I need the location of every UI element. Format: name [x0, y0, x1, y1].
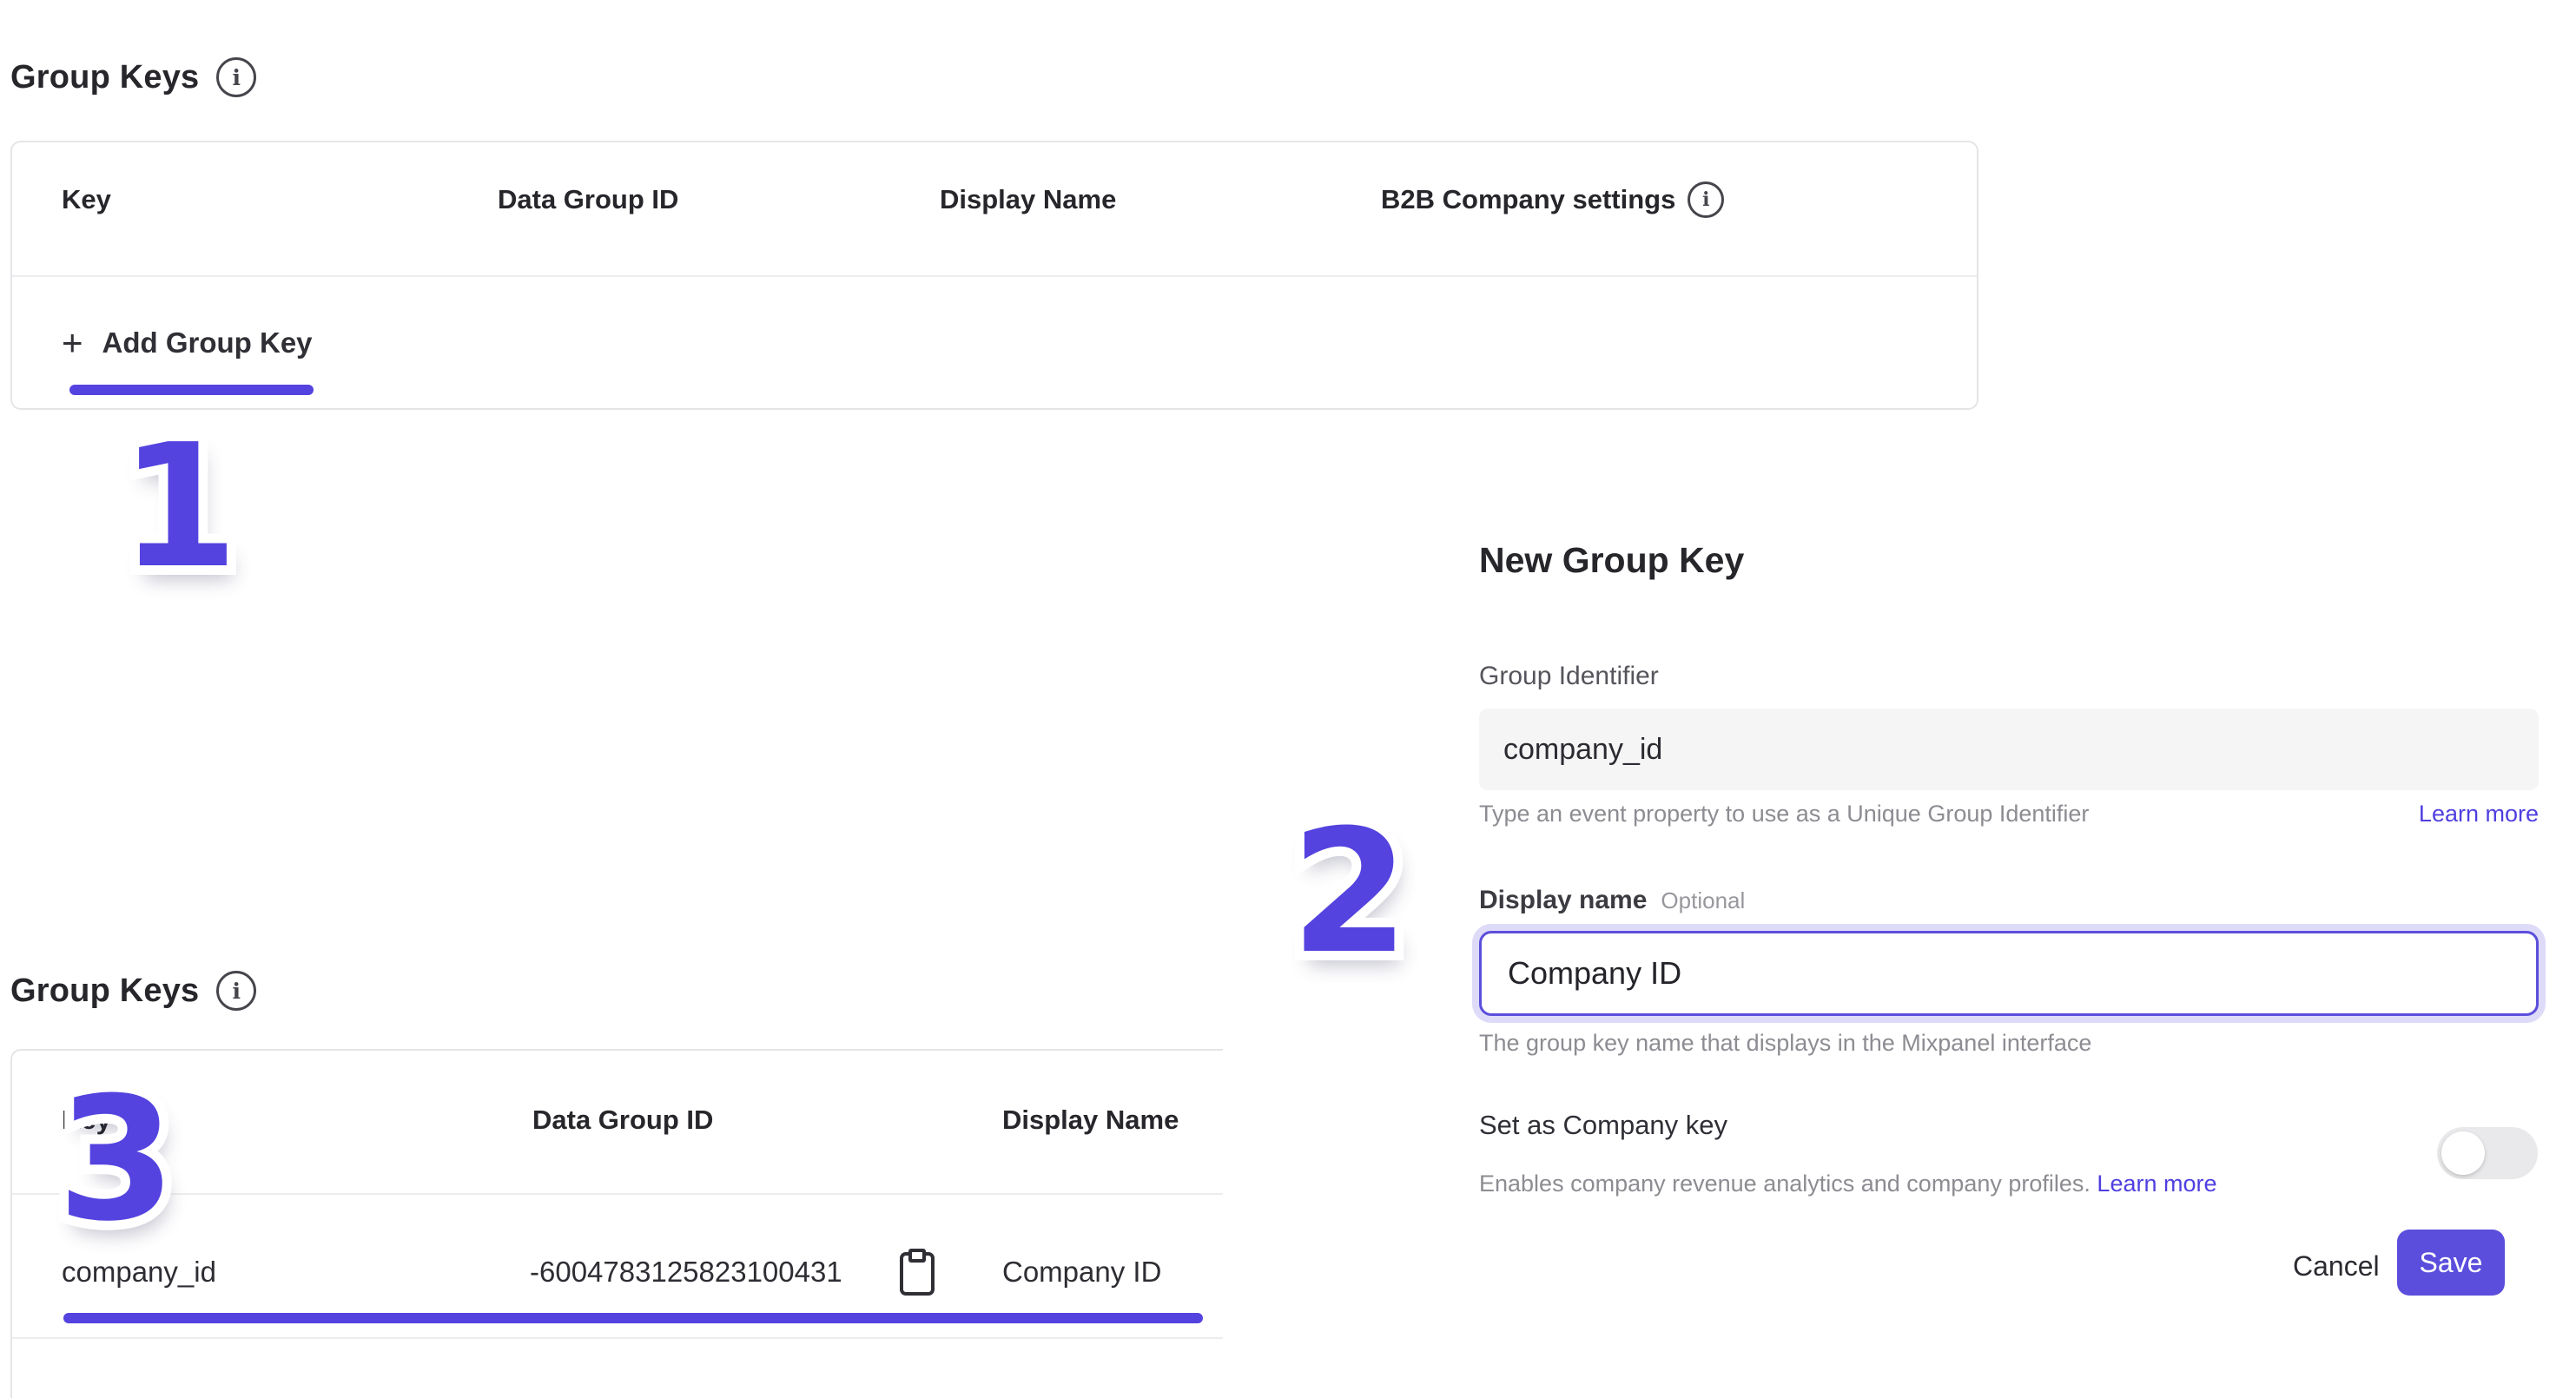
column-header-key: Key: [62, 174, 111, 226]
group-identifier-help-text: Type an event property to use as a Uniqu…: [1479, 801, 2089, 828]
column-header-display-name: Display Name: [1002, 1094, 1179, 1146]
column-header-data-group-id-label: Data Group ID: [532, 1105, 713, 1136]
company-key-learn-more-link[interactable]: Learn more: [2097, 1170, 2216, 1197]
plus-icon: +: [62, 325, 83, 361]
column-header-display-name-label: Display Name: [1002, 1105, 1179, 1136]
step-1-number: 1: [120, 422, 238, 592]
add-group-key-label: Add Group Key: [102, 326, 313, 359]
save-button[interactable]: Save: [2397, 1230, 2505, 1296]
company-key-help-text: Enables company revenue analytics and co…: [1479, 1170, 2091, 1197]
column-header-b2b-label: B2B Company settings: [1381, 184, 1675, 215]
table-header-divider: [12, 1193, 1223, 1195]
row-key-cell: company_id: [62, 1256, 216, 1289]
info-icon[interactable]: i: [1688, 181, 1724, 218]
new-group-key-title: New Group Key: [1479, 540, 1744, 581]
group-keys-title: Group Keys: [10, 973, 199, 1010]
column-header-display-name-label: Display Name: [940, 184, 1116, 215]
group-identifier-helper-row: Type an event property to use as a Uniqu…: [1479, 801, 2539, 828]
page: Group Keys i Key Data Group ID Display N…: [0, 0, 2576, 1398]
table-row-divider: [12, 1337, 1223, 1339]
optional-badge: Optional: [1661, 887, 1745, 913]
display-name-help-text: The group key name that displays in the …: [1479, 1030, 2091, 1057]
group-keys-heading-top: Group Keys i: [10, 57, 256, 97]
group-keys-table-populated: Key Data Group ID Display Name company_i…: [10, 1049, 1223, 1398]
step-3-number: 3: [57, 1075, 175, 1245]
annotation-step-2: 2 2: [1291, 808, 1409, 978]
add-group-key-button[interactable]: + Add Group Key: [62, 316, 313, 370]
column-header-display-name: Display Name: [940, 174, 1116, 226]
annotation-step-3: 3 3: [57, 1075, 175, 1245]
table-header-divider: [12, 275, 1977, 277]
company-key-toggle[interactable]: [2437, 1127, 2538, 1179]
cancel-button[interactable]: Cancel: [2293, 1250, 2380, 1283]
toggle-knob: [2441, 1131, 2485, 1175]
copy-icon[interactable]: [900, 1252, 935, 1296]
info-icon[interactable]: i: [216, 971, 256, 1011]
row-data-group-id-cell: -6004783125823100431: [530, 1256, 842, 1289]
company-key-label: Set as Company key: [1479, 1110, 1727, 1141]
learn-more-link[interactable]: Learn more: [2419, 801, 2539, 828]
column-header-data-group-id: Data Group ID: [532, 1094, 713, 1146]
group-keys-heading-bottom: Group Keys i: [10, 971, 256, 1011]
column-header-data-group-id-label: Data Group ID: [498, 184, 678, 215]
annotation-underline-step1: [69, 385, 314, 395]
annotation-underline-step3: [63, 1313, 1203, 1323]
step-2-number: 2: [1291, 808, 1409, 978]
display-name-label-text: Display name: [1479, 886, 1647, 914]
display-name-label: Display name Optional: [1479, 886, 1745, 915]
group-keys-title: Group Keys: [10, 59, 199, 96]
annotation-step-1: 1 1: [120, 422, 238, 592]
column-header-data-group-id: Data Group ID: [498, 174, 678, 226]
group-keys-table-empty: Key Data Group ID Display Name B2B Compa…: [10, 141, 1978, 410]
column-header-key-label: Key: [62, 184, 111, 215]
group-identifier-input[interactable]: [1479, 709, 2539, 790]
group-identifier-label: Group Identifier: [1479, 662, 1659, 691]
column-header-b2b-settings: B2B Company settings i: [1381, 174, 1724, 226]
row-display-name-cell: Company ID: [1002, 1256, 1161, 1289]
info-icon[interactable]: i: [216, 57, 256, 97]
display-name-input[interactable]: [1479, 931, 2539, 1016]
company-key-helper: Enables company revenue analytics and co…: [1479, 1170, 2217, 1197]
